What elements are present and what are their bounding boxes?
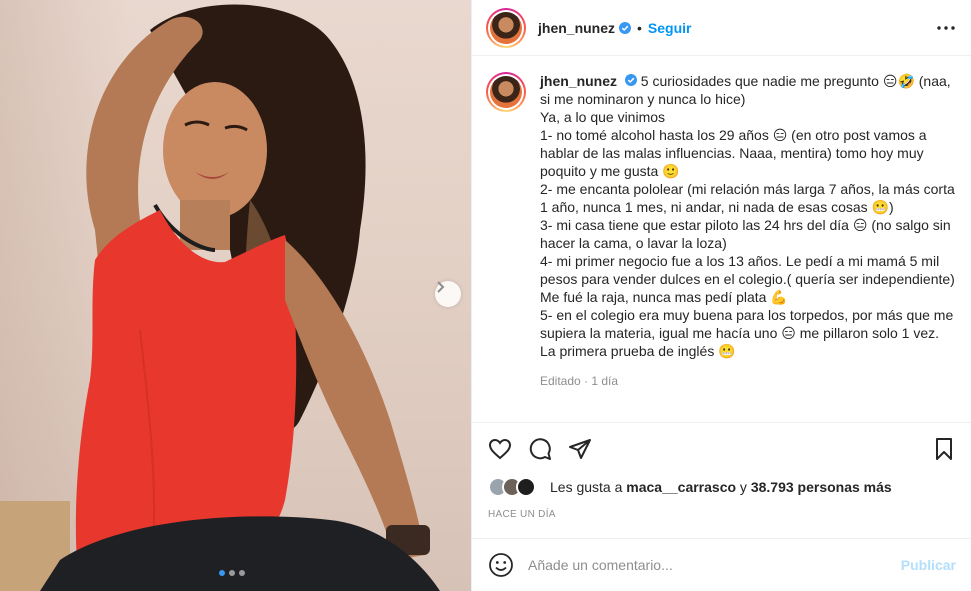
avatar-border [488,9,524,46]
liker-avatar [516,477,536,497]
smiley-icon[interactable] [488,552,514,578]
caption-avatar-border [488,74,524,110]
caption-username[interactable]: jhen_nunez [540,73,617,89]
comment-input[interactable] [528,557,901,573]
heart-icon[interactable] [488,437,512,461]
avatar[interactable] [486,7,526,48]
caption-line: 1- no tomé alcohol hasta los 29 años 😑 (… [540,127,927,179]
verified-badge-icon [624,74,637,86]
caption-line: 3- mi casa tiene que estar piloto las 24… [540,217,951,251]
caption-avatar[interactable] [486,72,526,112]
likes-middle: y [736,479,751,495]
liker-avatars[interactable] [488,477,546,497]
carousel-dot [219,570,225,576]
caption-line: Ya, a lo que vinimos [540,109,666,125]
photo-illustration [40,4,440,591]
caption-avatar-image [490,76,522,108]
comment-icon[interactable] [528,437,552,461]
more-horizontal-icon[interactable] [937,25,955,30]
caption-line: 4- mi primer negocio fue a los 13 años. … [540,253,955,305]
likes-prefix: Les gusta a [550,479,627,495]
caption-line: 2- me encanta pololear (mi relación más … [540,181,955,215]
avatar-image [490,11,522,44]
share-icon[interactable] [568,437,592,461]
header-separator: • [637,19,642,36]
post-header: jhen_nunez • Seguir [472,0,971,56]
bookmark-icon[interactable] [932,437,956,461]
caption-section: jhen_nunez 5 curiosidades que nadie me p… [472,56,971,422]
post-timestamp[interactable]: Hace un día [488,509,556,520]
post-photo[interactable] [0,0,471,591]
publish-button[interactable]: Publicar [901,557,956,573]
likes-summary: Les gusta a maca__carrasco y 38.793 pers… [488,477,892,497]
likes-count[interactable]: 38.793 personas más [751,479,892,495]
verified-badge-icon [619,21,632,34]
carousel-dot [229,570,235,576]
post-sidebar: jhen_nunez • Seguir jhen_nunez 5 curiosi… [471,0,971,591]
header-username[interactable]: jhen_nunez [538,20,615,36]
caption-meta: Editado · 1 día [540,374,619,388]
carousel-next-button[interactable] [435,281,461,307]
caption-line: 5- en el colegio era muy buena para los … [540,307,954,359]
comment-bar: Publicar [472,538,971,591]
follow-button[interactable]: Seguir [648,20,692,36]
caption-text: jhen_nunez 5 curiosidades que nadie me p… [540,72,956,422]
carousel-dot [239,570,245,576]
carousel-indicator [219,570,245,576]
action-bar [472,422,971,475]
liker-username[interactable]: maca__carrasco [626,479,736,495]
